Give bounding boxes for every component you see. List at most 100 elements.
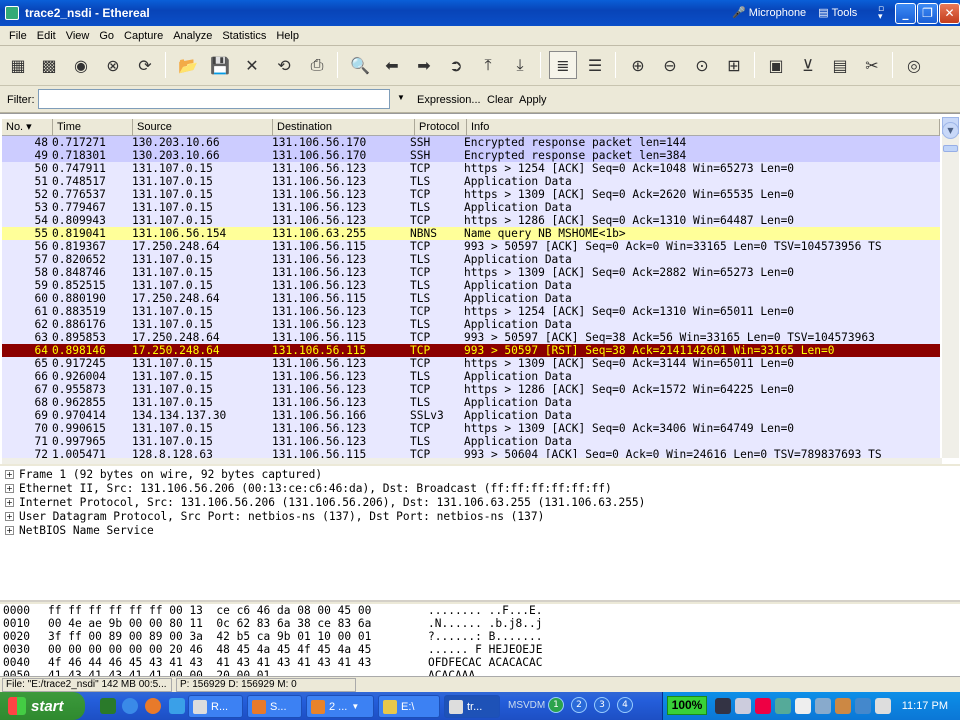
column-header-no[interactable]: No. ▾ [2,119,53,136]
tools-button[interactable]: ▤ Tools [818,6,857,20]
packet-row[interactable]: 60 0.880190 17.250.248.64 131.106.56.115 TLS… [2,292,940,305]
tray-app-icon[interactable] [775,698,791,714]
taskbar-item-3[interactable]: 2 ... ▼ [306,695,374,718]
menu-capture[interactable]: Capture [119,30,168,42]
packet-row[interactable]: 49 0.718301 130.203.10.66 131.106.56.170 SSH… [2,149,940,162]
menu-go[interactable]: Go [94,30,119,42]
network-icon[interactable] [735,698,751,714]
menu-view[interactable]: View [61,30,95,42]
expand-icon[interactable]: + [5,484,14,493]
detail-row-udp[interactable]: + User Datagram Protocol, Src Port: netbi… [2,510,956,524]
coloring-rules-icon[interactable]: ▤ [826,51,854,79]
open-file-icon[interactable]: 📂 [174,51,202,79]
detail-row-nbns[interactable]: + NetBIOS Name Service [2,524,956,538]
packet-row[interactable]: 55 0.819041 131.106.56.154 131.106.63.255 NB… [2,227,940,240]
desktop-3-button[interactable]: 3 [594,697,610,713]
menu-edit[interactable]: Edit [32,30,61,42]
close-file-icon[interactable]: ✕ [238,51,266,79]
taskbar-item-1[interactable]: R... [188,695,243,718]
zoom-indicator[interactable]: 100% [667,696,707,715]
expression-button[interactable]: Expression... [417,94,481,106]
tray-app-icon[interactable] [835,698,851,714]
packet-row[interactable]: 50 0.747911 131.107.0.15 131.106.56.123 TCP h… [2,162,940,175]
reload-icon[interactable]: ⟲ [270,51,298,79]
close-button[interactable]: ✕ [939,3,960,24]
list-interfaces-icon[interactable]: ▦ [4,51,32,79]
column-header-info[interactable]: Info [467,119,940,136]
packet-row[interactable]: 67 0.955873 131.107.0.15 131.106.56.123 TCP h… [2,383,940,396]
colorize-icon[interactable]: ≣ [549,51,577,79]
restart-capture-icon[interactable]: ⟳ [131,51,159,79]
desktop-1-button[interactable]: 1 [548,697,564,713]
capture-options-icon[interactable]: ▩ [35,51,63,79]
display-filters-icon[interactable]: ⊻ [794,51,822,79]
packet-row[interactable]: 72 1.005471 128.8.128.63 131.106.56.115 TCP 9… [2,448,940,458]
firefox-icon[interactable] [145,698,161,714]
packet-row[interactable]: 57 0.820652 131.107.0.15 131.106.56.123 TLS A… [2,253,940,266]
show-desktop-icon[interactable] [100,698,116,714]
menu-file[interactable]: File [4,30,32,42]
language-bar-options-icon[interactable]: ▫ ▾ [878,5,892,22]
start-button[interactable]: start [0,692,85,720]
desktop-4-button[interactable]: 4 [617,697,633,713]
resize-columns-icon[interactable]: ⊞ [720,51,748,79]
column-header-destination[interactable]: Destination [273,119,415,136]
packet-row[interactable]: 48 0.717271 130.203.10.66 131.106.56.170 SSH… [2,136,940,149]
go-back-icon[interactable]: ⬅ [378,51,406,79]
packet-row[interactable]: 62 0.886176 131.107.0.15 131.106.56.123 TLS A… [2,318,940,331]
column-header-protocol[interactable]: Protocol [415,119,467,136]
zoom-in-icon[interactable]: ⊕ [624,51,652,79]
menu-help[interactable]: Help [271,30,304,42]
stop-capture-icon[interactable]: ⊗ [99,51,127,79]
preferences-icon[interactable]: ✂ [858,51,886,79]
print-icon[interactable]: ⎙ [303,51,331,79]
packet-row[interactable]: 53 0.779467 131.107.0.15 131.106.56.123 TLS A… [2,201,940,214]
go-forward-icon[interactable]: ➡ [410,51,438,79]
go-last-icon[interactable]: ⤓ [506,51,534,79]
detail-row-ethernet[interactable]: + Ethernet II, Src: 131.106.56.206 (00:13… [2,482,956,496]
expand-icon[interactable]: + [5,526,14,535]
minimize-button[interactable]: _ [895,3,916,24]
find-packet-icon[interactable]: 🔍 [346,51,374,79]
packet-row[interactable]: 52 0.776537 131.107.0.15 131.106.56.123 TCP h… [2,188,940,201]
taskbar-item-5[interactable]: tr... [444,695,500,718]
expand-icon[interactable]: + [5,512,14,521]
normal-size-icon[interactable]: ⊙ [688,51,716,79]
chevron-down-icon[interactable]: ▼ [397,93,405,102]
packet-row[interactable]: 61 0.883519 131.107.0.15 131.106.56.123 TCP h… [2,305,940,318]
packet-row[interactable]: 54 0.809943 131.107.0.15 131.106.56.123 TCP h… [2,214,940,227]
filter-input[interactable] [38,89,390,109]
help-icon[interactable]: ◎ [900,51,928,79]
detail-row-frame[interactable]: + Frame 1 (92 bytes on wire, 92 bytes cap… [2,468,956,482]
maximize-button[interactable]: ❐ [917,3,938,24]
packet-row[interactable]: 64 0.898146 17.250.248.64 131.106.56.115 TCP… [2,344,940,357]
desktop-2-button[interactable]: 2 [571,697,587,713]
save-file-icon[interactable]: 💾 [206,51,234,79]
go-to-packet-icon[interactable]: ➲ [442,51,470,79]
tray-app-icon[interactable] [855,698,871,714]
power-icon[interactable] [715,698,731,714]
packet-row[interactable]: 66 0.926004 131.107.0.15 131.106.56.123 TLS A… [2,370,940,383]
packet-row[interactable]: 70 0.990615 131.107.0.15 131.106.56.123 TCP h… [2,422,940,435]
volume-icon[interactable] [875,698,891,714]
column-header-time[interactable]: Time [53,119,133,136]
packet-row[interactable]: 65 0.917245 131.107.0.15 131.106.56.123 TCP h… [2,357,940,370]
packet-row[interactable]: 56 0.819367 17.250.248.64 131.106.56.115 TCP… [2,240,940,253]
go-first-icon[interactable]: ⤒ [474,51,502,79]
taskbar-item-2[interactable]: S... [247,695,302,718]
packet-row[interactable]: 58 0.848746 131.107.0.15 131.106.56.123 TCP h… [2,266,940,279]
scroll-thumb[interactable] [943,145,958,152]
packet-row[interactable]: 69 0.970414 134.134.137.30 131.106.56.166 SS… [2,409,940,422]
packet-row[interactable]: 68 0.962855 131.107.0.15 131.106.56.123 TLS A… [2,396,940,409]
expand-icon[interactable]: + [5,498,14,507]
detail-row-ip[interactable]: + Internet Protocol, Src: 131.106.56.206 … [2,496,956,510]
tray-app-icon[interactable] [795,698,811,714]
packet-row[interactable]: 59 0.852515 131.107.0.15 131.106.56.123 TLS A… [2,279,940,292]
packet-list-vertical-scrollbar[interactable]: ▲ ▼ [942,117,959,458]
scroll-down-icon[interactable]: ▼ [942,122,959,139]
packet-row[interactable]: 71 0.997965 131.107.0.15 131.106.56.123 TLS A… [2,435,940,448]
taskbar-item-4[interactable]: E:\ [378,695,440,718]
microphone-button[interactable]: 🎤 Microphone [732,6,806,20]
internet-explorer-icon[interactable] [122,698,138,714]
quick-launch-icon[interactable] [169,698,185,714]
